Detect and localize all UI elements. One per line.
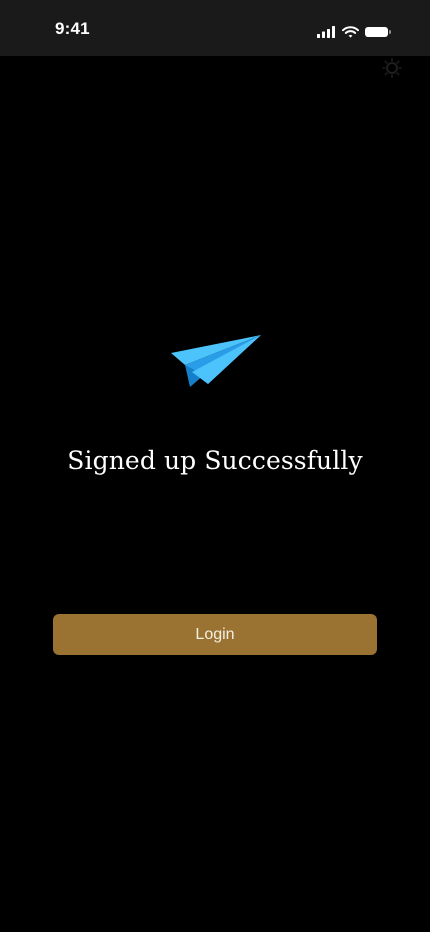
wifi-icon xyxy=(342,26,359,38)
status-time: 9:41 xyxy=(55,19,90,38)
sun-icon[interactable] xyxy=(382,58,403,79)
cellular-signal-icon xyxy=(317,26,336,38)
login-button[interactable]: Login xyxy=(53,614,377,655)
battery-icon xyxy=(365,26,392,38)
status-icons xyxy=(317,24,392,40)
signup-success-screen: 9:41 Signed up Successfully Login xyxy=(0,0,430,932)
status-bar: 9:41 xyxy=(0,0,430,56)
paper-plane-icon xyxy=(168,332,264,392)
page-title: Signed up Successfully xyxy=(67,446,363,475)
